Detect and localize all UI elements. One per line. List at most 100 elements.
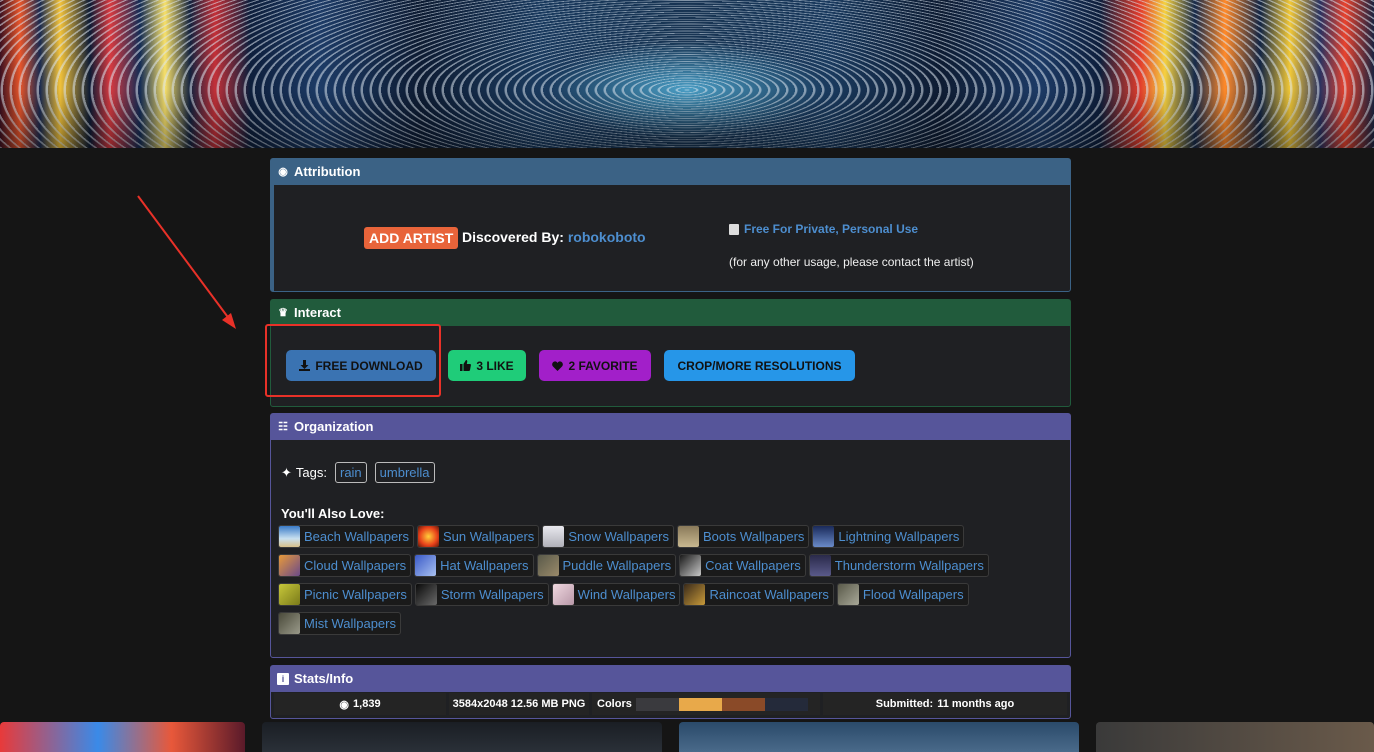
award-icon: ◉: [278, 166, 288, 178]
file-info: 3584x2048 12.56 MB PNG: [449, 693, 589, 715]
related-boots[interactable]: Boots Wallpapers: [677, 525, 810, 548]
related-wallpaper-thumbnail[interactable]: [262, 722, 662, 752]
related-label: Flood Wallpapers: [862, 587, 964, 602]
related-label: Beach Wallpapers: [304, 529, 410, 544]
puddle-thumbnail: [537, 555, 559, 576]
color-swatch[interactable]: [678, 697, 722, 711]
discovered-by-label: Discovered By:: [462, 229, 564, 245]
thunderstorm-thumbnail: [809, 555, 831, 576]
like-button[interactable]: 3 LIKE: [448, 350, 526, 381]
raincoat-thumbnail: [684, 584, 706, 605]
related-lightning[interactable]: Lightning Wallpapers: [812, 525, 965, 548]
color-swatch[interactable]: [635, 697, 679, 711]
sun-thumbnail: [418, 526, 440, 547]
tag-rain[interactable]: rain: [334, 462, 367, 483]
related-picnic[interactable]: Picnic Wallpapers: [278, 583, 412, 606]
picnic-thumbnail: [279, 584, 300, 605]
related-label: Wind Wallpapers: [577, 587, 676, 602]
boots-thumbnail: [678, 526, 699, 547]
stats-panel: i Stats/Info ◉ 1,839 3584x2048 12.56 MB …: [270, 665, 1071, 719]
cloud-thumbnail: [279, 555, 300, 576]
submitted-label: Submitted:: [875, 698, 934, 710]
related-thunderstorm[interactable]: Thunderstorm Wallpapers: [808, 554, 989, 577]
attribution-panel: ◉ Attribution ADD ARTIST Discovered By: …: [270, 158, 1071, 292]
interact-panel: ♛ Interact FREE DOWNLOAD 3 LIKE 2 FAVORI…: [270, 299, 1071, 407]
heart-icon: [552, 360, 564, 371]
tags-icon: ✦: [281, 464, 292, 480]
views-stat: ◉ 1,839: [274, 693, 446, 715]
organization-title: Organization: [294, 419, 374, 434]
crop-resolutions-label: CROP/MORE RESOLUTIONS: [677, 358, 842, 373]
submitted-stat: Submitted: 11 months ago: [823, 693, 1067, 715]
discovered-by: Discovered By: robokoboto: [462, 229, 646, 245]
related-coat[interactable]: Coat Wallpapers: [679, 554, 806, 577]
related-label: Coat Wallpapers: [705, 558, 801, 573]
related-label: Raincoat Wallpapers: [709, 587, 829, 602]
lightning-thumbnail: [813, 526, 835, 547]
related-label: Lightning Wallpapers: [838, 529, 960, 544]
beach-thumbnail: [279, 526, 300, 547]
related-wallpaper-thumbnail[interactable]: [0, 722, 245, 752]
related-puddle[interactable]: Puddle Wallpapers: [536, 554, 677, 577]
like-label: 3 LIKE: [476, 358, 514, 373]
crop-resolutions-button[interactable]: CROP/MORE RESOLUTIONS: [664, 350, 855, 381]
license-link[interactable]: Free For Private, Personal Use: [729, 222, 918, 236]
views-count: 1,839: [353, 698, 381, 710]
related-cloud[interactable]: Cloud Wallpapers: [278, 554, 412, 577]
favorite-label: 2 FAVORITE: [568, 358, 638, 373]
related-label: Picnic Wallpapers: [304, 587, 407, 602]
organization-panel: ☷ Organization ✦ Tags: rain umbrella You…: [270, 413, 1071, 658]
stats-title: Stats/Info: [294, 671, 354, 686]
related-storm[interactable]: Storm Wallpapers: [414, 583, 549, 606]
interact-header: ♛ Interact: [271, 300, 1070, 326]
license-text: Free For Private, Personal Use: [744, 222, 919, 236]
related-sun[interactable]: Sun Wallpapers: [417, 525, 540, 548]
related-mist[interactable]: Mist Wallpapers: [278, 612, 401, 635]
related-label: Thunderstorm Wallpapers: [834, 558, 984, 573]
related-wind[interactable]: Wind Wallpapers: [551, 583, 681, 606]
color-swatch[interactable]: [721, 697, 765, 711]
info-icon: i: [277, 673, 289, 685]
related-flood[interactable]: Flood Wallpapers: [836, 583, 969, 606]
also-love-heading: You'll Also Love:: [281, 506, 385, 521]
related-label: Puddle Wallpapers: [562, 558, 672, 573]
add-artist-button[interactable]: ADD ARTIST: [364, 227, 459, 249]
favorite-button[interactable]: 2 FAVORITE: [539, 350, 651, 381]
colors-label: Colors: [597, 698, 632, 710]
related-label: Snow Wallpapers: [568, 529, 669, 544]
license-note: (for any other usage, please contact the…: [729, 255, 974, 269]
related-label: Hat Wallpapers: [440, 558, 529, 573]
attribution-header: ◉ Attribution: [271, 159, 1070, 185]
annotation-arrow-icon: [137, 195, 236, 329]
wind-thumbnail: [552, 584, 574, 605]
related-label: Sun Wallpapers: [443, 529, 535, 544]
hat-thumbnail: [415, 555, 437, 576]
color-palette: [635, 697, 808, 711]
related-raincoat[interactable]: Raincoat Wallpapers: [683, 583, 834, 606]
eye-icon: ◉: [339, 698, 350, 711]
interact-title: Interact: [294, 305, 341, 320]
stats-header: i Stats/Info: [271, 666, 1070, 692]
sitemap-icon: ☷: [278, 421, 288, 433]
related-beach[interactable]: Beach Wallpapers: [278, 525, 415, 548]
related-snow[interactable]: Snow Wallpapers: [542, 525, 674, 548]
mist-thumbnail: [279, 613, 300, 634]
attribution-body: ADD ARTIST Discovered By: robokoboto Fre…: [271, 185, 1070, 291]
snow-thumbnail: [543, 526, 565, 547]
related-label: Cloud Wallpapers: [304, 558, 407, 573]
storm-thumbnail: [415, 584, 437, 605]
tags-label: Tags:: [295, 465, 327, 480]
related-wallpaper-thumbnail[interactable]: [1096, 722, 1374, 752]
tag-umbrella[interactable]: umbrella: [374, 462, 435, 483]
submitted-value: 11 months ago: [937, 698, 1015, 710]
download-icon: [299, 360, 311, 371]
colors-stat: Colors: [592, 693, 820, 715]
related-label: Boots Wallpapers: [703, 529, 805, 544]
color-swatch[interactable]: [764, 697, 808, 711]
related-hat[interactable]: Hat Wallpapers: [414, 554, 534, 577]
tags-row: ✦ Tags: rain umbrella: [281, 462, 435, 483]
free-download-button[interactable]: FREE DOWNLOAD: [286, 350, 436, 381]
related-list: Beach Wallpapers Sun Wallpapers Snow Wal…: [278, 525, 989, 641]
related-wallpaper-thumbnail[interactable]: [679, 722, 1079, 752]
discoverer-link[interactable]: robokoboto: [568, 229, 646, 245]
